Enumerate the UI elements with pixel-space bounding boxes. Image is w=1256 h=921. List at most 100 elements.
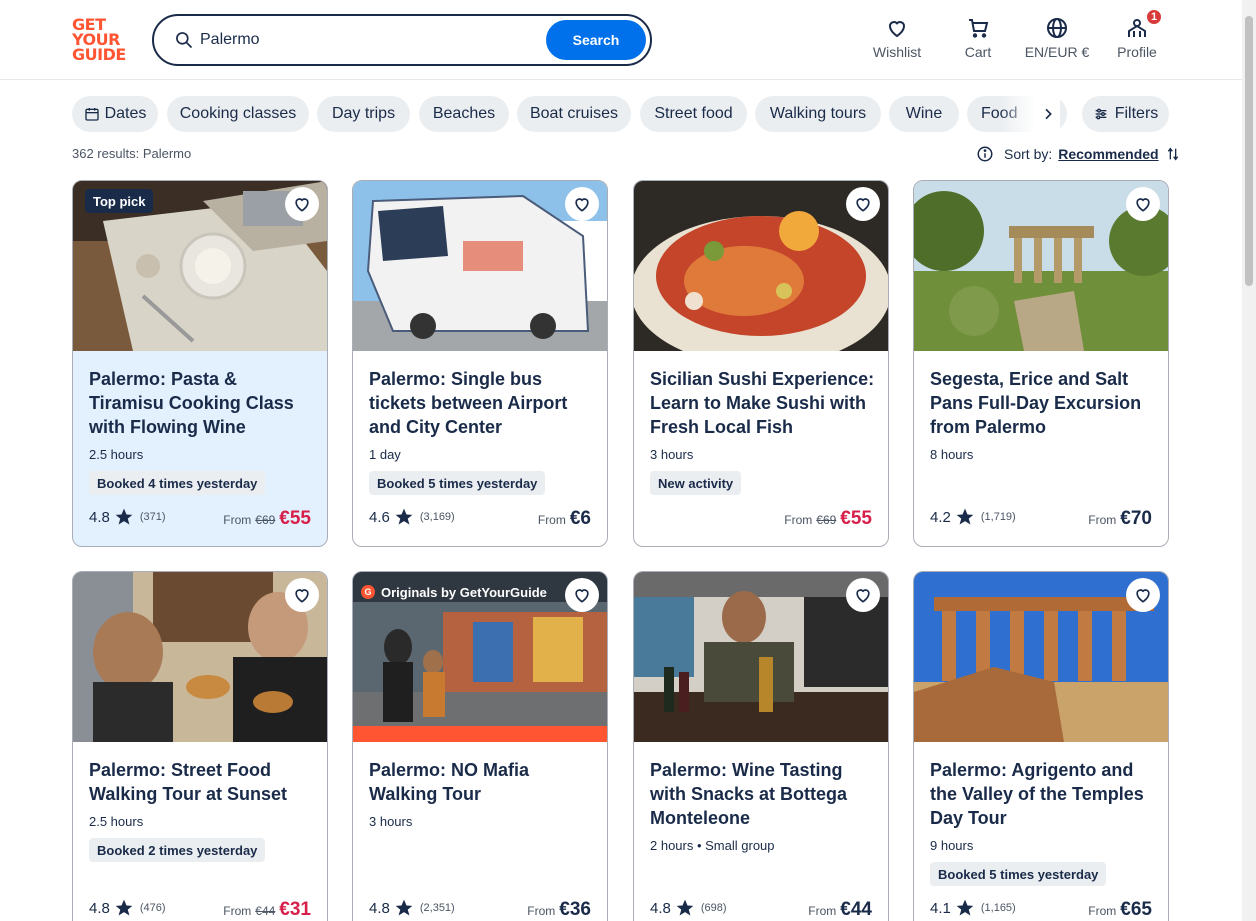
wishlist-heart-button[interactable] [565, 187, 599, 221]
star-icon [395, 899, 413, 916]
activity-price: From €36 [527, 899, 591, 920]
star-icon [115, 508, 133, 525]
activity-title[interactable]: Palermo: Single bus tickets between Airp… [369, 367, 595, 439]
activity-title[interactable]: Palermo: Wine Tasting with Snacks at Bot… [650, 758, 876, 830]
activity-title[interactable]: Palermo: Street Food Walking Tour at Sun… [89, 758, 315, 806]
activity-duration: 8 hours [930, 447, 974, 462]
activity-price: From €44 [808, 899, 872, 920]
activity-card[interactable]: Palermo: Street Food Walking Tour at Sun… [72, 571, 328, 921]
originals-bar [353, 726, 607, 742]
nav-wishlist[interactable]: Wishlist [872, 16, 922, 64]
chip-cooking-classes[interactable]: Cooking classes [167, 96, 309, 132]
current-price: €6 [569, 508, 591, 529]
rating-value: 4.8 [369, 899, 390, 917]
wishlist-heart-button[interactable] [1126, 187, 1160, 221]
chip-boat-cruises[interactable]: Boat cruises [517, 96, 631, 132]
star-icon [956, 899, 974, 916]
wishlist-heart-button[interactable] [285, 578, 319, 612]
nav-profile[interactable]: 1 Profile [1114, 8, 1163, 64]
review-count: (371) [139, 511, 166, 523]
wishlist-heart-button[interactable] [565, 578, 599, 612]
chip-day-trips[interactable]: Day trips [317, 96, 410, 132]
nav-language-currency[interactable]: EN/EUR € [1022, 16, 1092, 64]
heart-icon [1136, 198, 1150, 212]
language-label: EN/EUR € [1024, 44, 1090, 60]
current-price: €70 [1120, 508, 1152, 529]
sort-label: Sort by: [1004, 146, 1053, 162]
activity-duration: 3 hours [369, 814, 413, 829]
activity-card[interactable]: Palermo: Wine Tasting with Snacks at Bot… [633, 571, 889, 921]
new-activity-badge: New activity [650, 471, 742, 495]
chip-dates[interactable]: Dates [72, 96, 158, 132]
rating-value: 4.1 [930, 899, 951, 917]
getyourguide-g-icon: G [361, 585, 375, 599]
activity-title[interactable]: Palermo: Pasta & Tiramisu Cooking Class … [89, 367, 315, 439]
activity-duration: 2 hours • Small group [650, 838, 775, 853]
chips-next-button[interactable] [1036, 102, 1060, 126]
heart-icon [1136, 589, 1150, 603]
activity-rating: 4.8 (698) [650, 896, 727, 920]
filters-button[interactable]: Filters [1082, 96, 1169, 132]
wishlist-heart-button[interactable] [285, 187, 319, 221]
wishlist-heart-button[interactable] [1126, 578, 1160, 612]
rating-value: 4.6 [369, 508, 390, 526]
activity-duration: 2.5 hours [89, 814, 144, 829]
chip-beaches[interactable]: Beaches [419, 96, 509, 132]
getyourguide-logo[interactable]: GET YOUR GUIDE [72, 17, 130, 63]
results-count: 362 results: Palermo [72, 146, 192, 161]
review-count: (3,169) [419, 511, 455, 523]
current-price: €36 [559, 899, 591, 920]
site-header: GET YOUR GUIDE Search Wishlist Cart EN/E… [0, 0, 1256, 80]
activity-title[interactable]: Palermo: NO Mafia Walking Tour [369, 758, 595, 806]
activity-price: From €65 [1088, 899, 1152, 920]
heart-icon [295, 198, 309, 212]
original-price: €69 [816, 513, 837, 527]
rating-value: 4.8 [89, 899, 110, 917]
heart-icon [888, 21, 906, 38]
top-pick-tag: Top pick [85, 189, 154, 213]
originals-tag: G Originals by GetYourGuide [361, 582, 547, 602]
review-count: (476) [139, 902, 166, 914]
activity-title[interactable]: Segesta, Erice and Salt Pans Full-Day Ex… [930, 367, 1156, 439]
chip-street-food[interactable]: Street food [640, 96, 747, 132]
scrollbar-thumb[interactable] [1245, 16, 1253, 286]
activity-card[interactable]: Palermo: Agrigento and the Valley of the… [913, 571, 1169, 921]
activity-price: From €70 [1088, 508, 1152, 529]
page-scrollbar[interactable] [1242, 0, 1256, 921]
original-price: €69 [255, 513, 276, 527]
original-price: €44 [255, 904, 276, 918]
star-icon [956, 508, 974, 525]
activity-card[interactable]: Segesta, Erice and Salt Pans Full-Day Ex… [913, 180, 1169, 547]
profile-label: Profile [1117, 44, 1157, 60]
review-count: (1,165) [980, 902, 1016, 914]
wishlist-heart-button[interactable] [846, 187, 880, 221]
activity-title[interactable]: Sicilian Sushi Experience: Learn to Make… [650, 367, 876, 439]
chip-walking-tours[interactable]: Walking tours [755, 96, 881, 132]
rating-value: 4.8 [89, 508, 110, 526]
activity-rating: 4.6 (3,169) [369, 505, 455, 529]
activity-card[interactable]: Palermo: Single bus tickets between Airp… [352, 180, 608, 547]
activity-duration: 3 hours [650, 447, 694, 462]
wishlist-label: Wishlist [872, 44, 922, 60]
review-count: (2,351) [419, 902, 455, 914]
wishlist-heart-button[interactable] [846, 578, 880, 612]
search-input[interactable] [200, 26, 530, 54]
heart-icon [856, 198, 870, 212]
info-icon[interactable] [976, 145, 994, 163]
chip-wine[interactable]: Wine [889, 96, 959, 132]
nav-cart[interactable]: Cart [958, 16, 998, 64]
search-button[interactable]: Search [546, 20, 646, 60]
activity-title[interactable]: Palermo: Agrigento and the Valley of the… [930, 758, 1156, 830]
star-icon [395, 508, 413, 525]
activity-rating: 4.8 (2,351) [369, 896, 455, 920]
sort-value[interactable]: Recommended [1058, 146, 1158, 162]
heart-icon [575, 198, 589, 212]
activity-card[interactable]: G Originals by GetYourGuide Palermo: NO … [352, 571, 608, 921]
activity-rating: 4.2 (1,719) [930, 505, 1016, 529]
sort-control[interactable]: Sort by: Recommended [976, 144, 1181, 164]
review-count: (1,719) [980, 511, 1016, 523]
activity-card[interactable]: Sicilian Sushi Experience: Learn to Make… [633, 180, 889, 547]
star-icon [115, 899, 133, 916]
activity-card[interactable]: Top pick Palermo: Pasta & Tiramisu Cooki… [72, 180, 328, 547]
heart-icon [295, 589, 309, 603]
